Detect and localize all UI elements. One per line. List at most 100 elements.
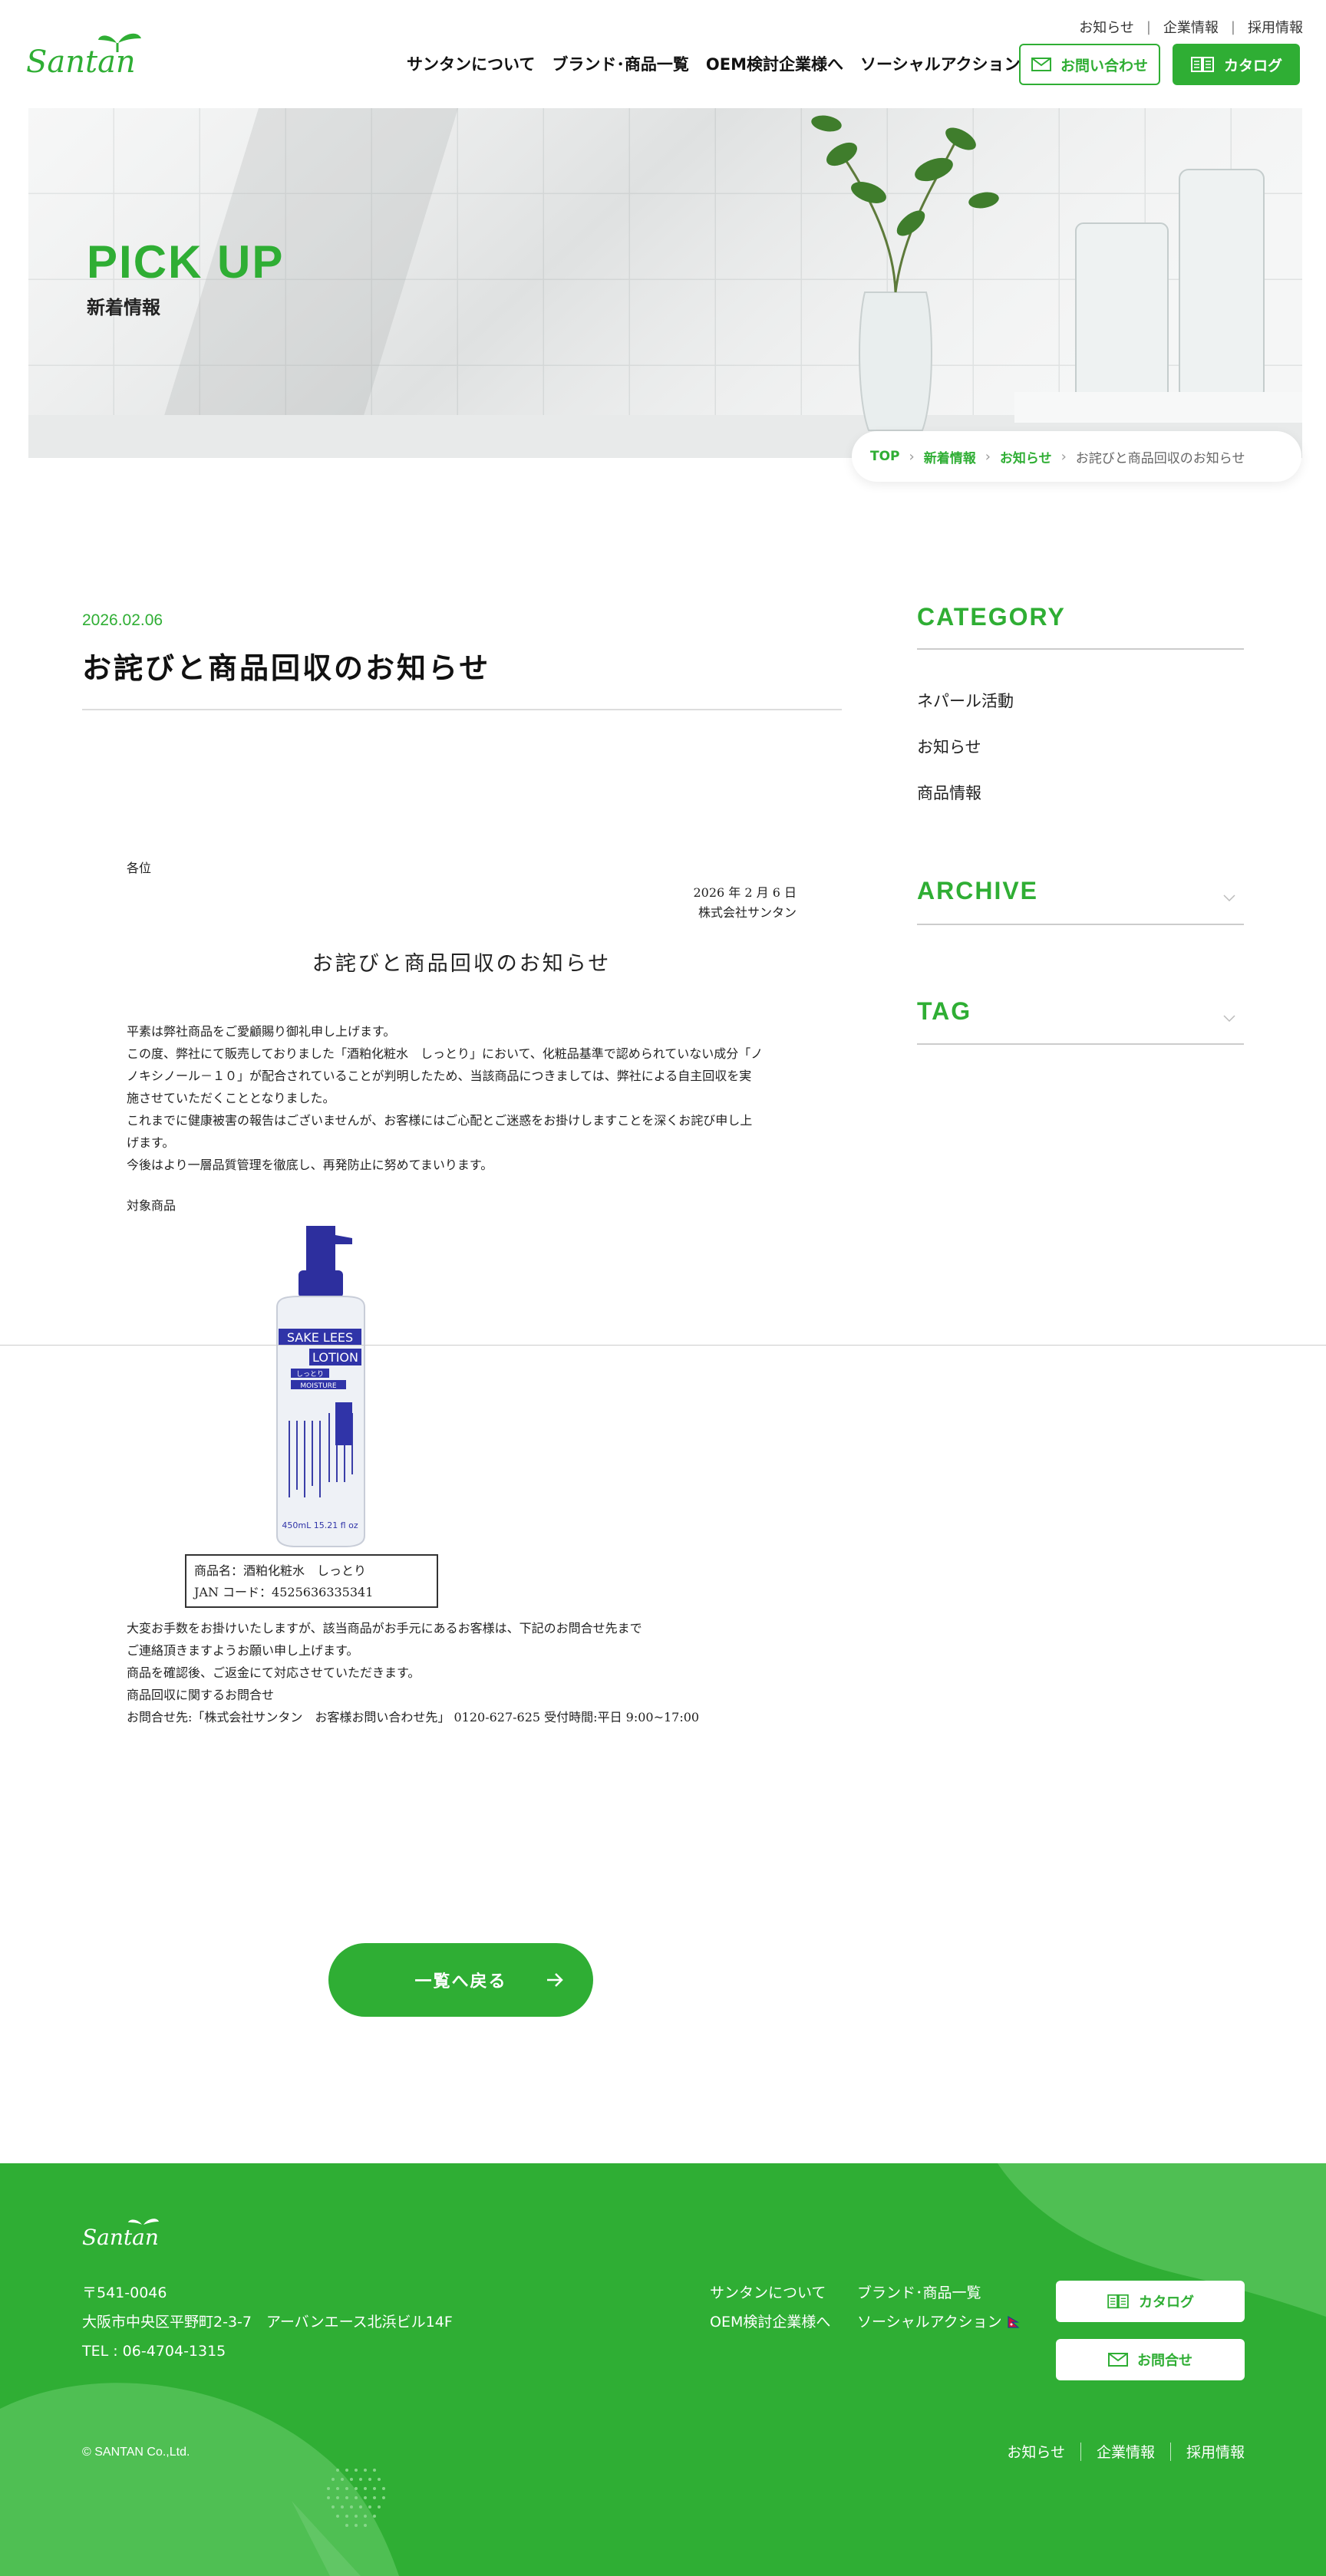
book-icon <box>1107 2294 1129 2309</box>
site-header: Santan お知らせ | 企業情報 | 採用情報 サンタンについて ブランド･… <box>0 0 1326 107</box>
footer-nav-brands[interactable]: ブランド･商品一覧 <box>857 2278 981 2308</box>
svg-text:しっとり: しっとり <box>296 1370 324 1379</box>
product-bottle-image: SAKE LEES LOTION しっとり MOISTURE 450mL 15.… <box>276 1226 365 1547</box>
doc-line: ご連絡頂きますようお願い申し上げます。 <box>127 1643 359 1658</box>
svg-text:Santan: Santan <box>82 2225 159 2249</box>
product-name: 商品名：酒粕化粧水 しっとり <box>194 1563 367 1578</box>
doc-line: 今後はより一層品質管理を徹底し、再発防止に努めてまいります。 <box>127 1158 493 1172</box>
nav-item-oem[interactable]: OEM検討企業様へ <box>706 52 843 75</box>
divider <box>917 648 1244 650</box>
util-link-company[interactable]: 企業情報 <box>1163 17 1219 37</box>
footer-nav-social-label: ソーシャルアクション <box>857 2314 1002 2331</box>
footer-address: 〒541-0046 大阪市中央区平野町2-3-7 アーバンエース北浜ビル14F … <box>82 2278 453 2366</box>
svg-text:LOTION: LOTION <box>312 1350 358 1365</box>
nav-label: ソーシャルアクション <box>859 55 1021 74</box>
doc-line: 平素は弊社商品をご愛顧賜り御礼申し上げます。 <box>127 1024 396 1039</box>
mail-icon <box>1031 58 1051 71</box>
nav-label: OEM検討企業様へ <box>705 55 843 74</box>
doc-company: 株式会社サンタン <box>698 905 797 920</box>
doc-heading: お詫びと商品回収のお知らせ <box>312 952 612 976</box>
post-title: お詫びと商品回収のお知らせ <box>82 651 491 685</box>
breadcrumb-news[interactable]: 新着情報 <box>924 447 976 466</box>
doc-line: これまでに健康被害の報告はございませんが、お客様にはご心配とご迷惑をお掛けします… <box>127 1113 753 1128</box>
nepal-flag-icon <box>1008 2316 1020 2328</box>
doc-line: お問合せ先:「株式会社サンタン お客様お問い合わせ先」 0120-627-625… <box>127 1710 700 1724</box>
post-date: 2026.02.06 <box>82 611 163 629</box>
global-nav: サンタンについて ブランド･商品一覧 OEM検討企業様へ ソーシャルアクション <box>407 52 1039 75</box>
divider <box>917 1043 1244 1045</box>
category-item-notice[interactable]: お知らせ <box>917 735 981 758</box>
doc-line: 商品を確認後、ご返金にて対応させていただきます。 <box>127 1665 421 1680</box>
footer-tel: TEL : 06-4704-1315 <box>82 2343 226 2360</box>
footer-util-company[interactable]: 企業情報 <box>1097 2441 1155 2462</box>
arrow-right-icon <box>547 1973 563 1987</box>
utility-nav: お知らせ | 企業情報 | 採用情報 <box>1079 17 1303 37</box>
hero-subtitle: 新着情報 <box>87 297 160 318</box>
product-info-box: 商品名：酒粕化粧水 しっとり JAN コード：4525636335341 <box>185 1554 438 1608</box>
divider <box>82 709 842 710</box>
footer-nav: サンタンについて ブランド･商品一覧 OEM検討企業様へ ソーシャルアクション <box>710 2278 1021 2337</box>
footer-catalog-label: カタログ <box>1139 2294 1194 2311</box>
chevron-down-icon[interactable] <box>1223 894 1235 902</box>
chevron-down-icon[interactable] <box>1223 1015 1235 1023</box>
util-separator: | <box>1146 18 1151 35</box>
divider <box>917 924 1244 925</box>
footer-nav-social[interactable]: ソーシャルアクション <box>857 2308 1021 2337</box>
tag-toggle[interactable]: TAG <box>917 997 971 1026</box>
nav-item-about[interactable]: サンタンについて <box>407 52 535 75</box>
chevron-right-icon: › <box>985 448 991 465</box>
contact-button-label: お問い合わせ <box>1060 57 1148 74</box>
nav-label: ブランド･商品一覧 <box>552 55 689 74</box>
hero-banner: PICK UP 新着情報 <box>28 108 1302 458</box>
chevron-right-icon: › <box>909 448 915 465</box>
catalog-button[interactable]: カタログ <box>1173 44 1300 85</box>
doc-addressee: 各位 <box>127 861 152 875</box>
catalog-button-label: カタログ <box>1223 57 1282 74</box>
svg-text:450mL 15.21 fl oz: 450mL 15.21 fl oz <box>282 1520 358 1530</box>
util-link-recruit[interactable]: 採用情報 <box>1248 17 1303 37</box>
divider <box>1080 2442 1081 2461</box>
category-item-product[interactable]: 商品情報 <box>917 781 981 804</box>
back-to-list-button[interactable]: 一覧へ戻る <box>328 1943 593 2017</box>
doc-line: げます。 <box>127 1135 175 1150</box>
footer-contact-label: お問合せ <box>1137 2353 1192 2369</box>
doc-date: 2026 年 2 月 6 日 <box>693 885 797 900</box>
nav-item-social[interactable]: ソーシャルアクション <box>860 52 1039 75</box>
nav-item-brands[interactable]: ブランド･商品一覧 <box>552 52 689 75</box>
doc-line: ノキシノール－１０」が配合されていることが判明したため、当該商品につきましては、… <box>127 1069 752 1083</box>
target-product-label: 対象商品 <box>127 1198 176 1213</box>
mail-icon <box>1108 2353 1128 2367</box>
footer-catalog-button[interactable]: カタログ <box>1056 2281 1245 2322</box>
archive-toggle[interactable]: ARCHIVE <box>917 877 1038 905</box>
footer-postcode: 〒541-0046 <box>82 2284 167 2301</box>
util-link-news[interactable]: お知らせ <box>1079 17 1134 37</box>
divider <box>0 1345 1326 1346</box>
nav-label: サンタンについて <box>407 55 536 74</box>
breadcrumb-notice[interactable]: お知らせ <box>1000 447 1052 466</box>
footer-nav-oem[interactable]: OEM検討企業様へ <box>710 2308 857 2337</box>
footer-nav-about[interactable]: サンタンについて <box>710 2278 857 2308</box>
footer-contact-button[interactable]: お問合せ <box>1056 2339 1245 2380</box>
footer-util-news[interactable]: お知らせ <box>1007 2441 1065 2462</box>
breadcrumb-top[interactable]: TOP <box>870 449 900 464</box>
doc-line: 大変お手数をお掛けいたしますが、該当商品がお手元にあるお客様は、下記のお問合せ先… <box>127 1621 642 1636</box>
doc-line: 施させていただくこととなりました。 <box>127 1091 335 1105</box>
book-icon <box>1190 57 1214 72</box>
category-item-nepal[interactable]: ネパール活動 <box>917 689 1014 712</box>
breadcrumb-current: お詫びと商品回収のお知らせ <box>1075 450 1245 466</box>
breadcrumb: TOP › 新着情報 › お知らせ › お詫びと商品回収のお知らせ <box>852 431 1301 482</box>
divider <box>1169 2442 1171 2461</box>
footer-util-recruit[interactable]: 採用情報 <box>1186 2441 1245 2462</box>
site-footer: Santan 〒541-0046 大阪市中央区平野町2-3-7 アーバンエース北… <box>0 2163 1326 2576</box>
contact-button[interactable]: お問い合わせ <box>1019 44 1160 85</box>
svg-text:SAKE LEES: SAKE LEES <box>287 1330 353 1345</box>
copyright: © SANTAN Co.,Ltd. <box>82 2446 190 2459</box>
footer-logo[interactable]: Santan <box>82 2214 168 2249</box>
hero-title: PICK UP <box>87 236 285 288</box>
svg-text:MOISTURE: MOISTURE <box>300 1382 337 1390</box>
chevron-right-icon: › <box>1060 448 1067 465</box>
santan-logo[interactable]: Santan <box>26 26 153 80</box>
back-button-label: 一覧へ戻る <box>414 1972 507 1991</box>
doc-line: この度、弊社にて販売しておりました「酒粕化粧水 しっとり」において、化粧品基準で… <box>127 1046 764 1061</box>
doc-closing: 大変お手数をお掛けいたしますが、該当商品がお手元にあるお客様は、下記のお問合せ先… <box>127 1617 797 1728</box>
